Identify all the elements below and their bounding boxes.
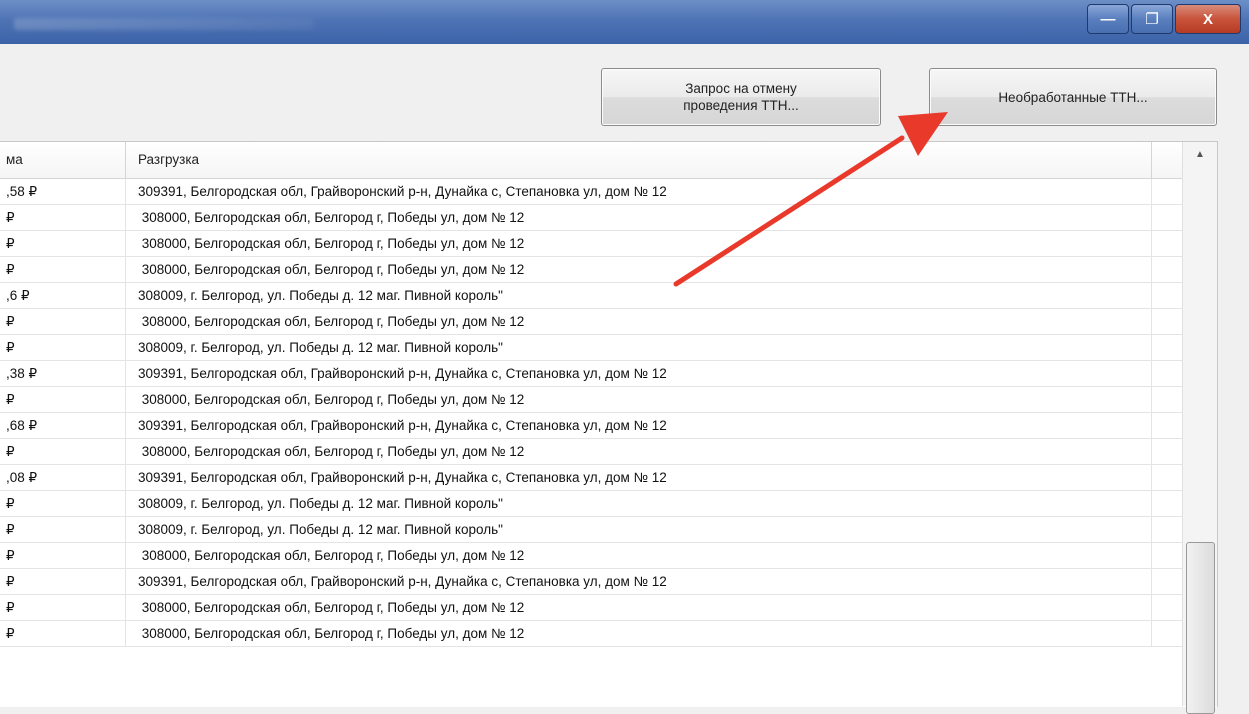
window-title-blurred <box>14 18 314 30</box>
table-row[interactable]: ₽ 308000, Белгородская обл, Белгород г, … <box>0 257 1217 283</box>
column-header-unloading[interactable]: Разгрузка <box>126 142 1152 178</box>
table-row[interactable]: ₽ 308000, Белгородская обл, Белгород г, … <box>0 387 1217 413</box>
cancel-request-label-line2: проведения ТТН... <box>683 98 799 113</box>
cell-sum: ₽ <box>0 205 126 230</box>
table-row[interactable]: ₽ 308000, Белгородская обл, Белгород г, … <box>0 543 1217 569</box>
cell-sum: ₽ <box>0 517 126 542</box>
cell-sum: ₽ <box>0 621 126 646</box>
cell-sum: ₽ <box>0 543 126 568</box>
restore-button[interactable]: ❐ <box>1131 4 1173 34</box>
cell-sum: ,38 ₽ <box>0 361 126 386</box>
cell-sum: ₽ <box>0 231 126 256</box>
cell-unloading-address: 308000, Белгородская обл, Белгород г, По… <box>126 439 1152 464</box>
minimize-button[interactable]: — <box>1087 4 1129 34</box>
cell-unloading-address: 309391, Белгородская обл, Грайворонский … <box>126 569 1152 594</box>
table-row[interactable]: ₽ 308000, Белгородская обл, Белгород г, … <box>0 595 1217 621</box>
scrollbar-thumb[interactable] <box>1186 542 1215 714</box>
cell-unloading-address: 308000, Белгородская обл, Белгород г, По… <box>126 595 1152 620</box>
table-row[interactable]: ₽ 308000, Белгородская обл, Белгород г, … <box>0 231 1217 257</box>
window-controls: — ❐ X <box>1085 4 1241 34</box>
table-row[interactable]: ,58 ₽309391, Белгородская обл, Грайворон… <box>0 179 1217 205</box>
table-row[interactable]: ,38 ₽309391, Белгородская обл, Грайворон… <box>0 361 1217 387</box>
cell-unloading-address: 308000, Белгородская обл, Белгород г, По… <box>126 621 1152 646</box>
cell-unloading-address: 308009, г. Белгород, ул. Победы д. 12 ма… <box>126 491 1152 516</box>
cell-unloading-address: 308009, г. Белгород, ул. Победы д. 12 ма… <box>126 335 1152 360</box>
cell-sum: ₽ <box>0 569 126 594</box>
unprocessed-ttn-label: Необработанные ТТН... <box>998 89 1148 105</box>
cell-sum: ₽ <box>0 439 126 464</box>
table-row[interactable]: ₽ 308000, Белгородская обл, Белгород г, … <box>0 439 1217 465</box>
table-row[interactable]: ₽ 308000, Белгородская обл, Белгород г, … <box>0 205 1217 231</box>
table-row[interactable]: ₽ 308000, Белгородская обл, Белгород г, … <box>0 621 1217 647</box>
table-row[interactable]: ₽308009, г. Белгород, ул. Победы д. 12 м… <box>0 335 1217 361</box>
table-row[interactable]: ₽308009, г. Белгород, ул. Победы д. 12 м… <box>0 517 1217 543</box>
cell-sum: ₽ <box>0 387 126 412</box>
cell-unloading-address: 308000, Белгородская обл, Белгород г, По… <box>126 387 1152 412</box>
cell-sum: ,68 ₽ <box>0 413 126 438</box>
cell-unloading-address: 308000, Белгородская обл, Белгород г, По… <box>126 231 1152 256</box>
table-body: ,58 ₽309391, Белгородская обл, Грайворон… <box>0 179 1217 647</box>
cell-unloading-address: 308009, г. Белгород, ул. Победы д. 12 ма… <box>126 283 1152 308</box>
cell-sum: ₽ <box>0 595 126 620</box>
table-row[interactable]: ₽ 308000, Белгородская обл, Белгород г, … <box>0 309 1217 335</box>
cell-unloading-address: 309391, Белгородская обл, Грайворонский … <box>126 465 1152 490</box>
cell-unloading-address: 308000, Белгородская обл, Белгород г, По… <box>126 205 1152 230</box>
cancel-request-label-line1: Запрос на отмену <box>685 81 797 96</box>
table-row[interactable]: ₽309391, Белгородская обл, Грайворонский… <box>0 569 1217 595</box>
cell-unloading-address: 309391, Белгородская обл, Грайворонский … <box>126 413 1152 438</box>
close-button[interactable]: X <box>1175 4 1241 34</box>
cell-unloading-address: 308000, Белгородская обл, Белгород г, По… <box>126 543 1152 568</box>
window-title-bar: — ❐ X <box>0 0 1249 44</box>
table-row[interactable]: ,08 ₽309391, Белгородская обл, Грайворон… <box>0 465 1217 491</box>
cell-sum: ₽ <box>0 491 126 516</box>
vertical-scrollbar[interactable]: ▲ <box>1182 142 1217 714</box>
ttn-table: ма Разгрузка ,58 ₽309391, Белгородская о… <box>0 141 1218 707</box>
cancel-ttn-request-button[interactable]: Запрос на отмену проведения ТТН... <box>601 68 881 126</box>
table-header: ма Разгрузка <box>0 142 1217 179</box>
cell-sum: ,08 ₽ <box>0 465 126 490</box>
cell-sum: ,58 ₽ <box>0 179 126 204</box>
cell-sum: ₽ <box>0 335 126 360</box>
table-row[interactable]: ₽308009, г. Белгород, ул. Победы д. 12 м… <box>0 491 1217 517</box>
scroll-up-arrow-icon[interactable]: ▲ <box>1183 142 1217 166</box>
cell-unloading-address: 308000, Белгородская обл, Белгород г, По… <box>126 257 1152 282</box>
cell-unloading-address: 308000, Белгородская обл, Белгород г, По… <box>126 309 1152 334</box>
unprocessed-ttn-button[interactable]: Необработанные ТТН... <box>929 68 1217 126</box>
cell-sum: ,6 ₽ <box>0 283 126 308</box>
cell-sum: ₽ <box>0 309 126 334</box>
table-row[interactable]: ,68 ₽309391, Белгородская обл, Грайворон… <box>0 413 1217 439</box>
cell-unloading-address: 308009, г. Белгород, ул. Победы д. 12 ма… <box>126 517 1152 542</box>
cell-unloading-address: 309391, Белгородская обл, Грайворонский … <box>126 361 1152 386</box>
cell-sum: ₽ <box>0 257 126 282</box>
cell-unloading-address: 309391, Белгородская обл, Грайворонский … <box>126 179 1152 204</box>
table-row[interactable]: ,6 ₽308009, г. Белгород, ул. Победы д. 1… <box>0 283 1217 309</box>
column-header-sum[interactable]: ма <box>0 142 126 178</box>
